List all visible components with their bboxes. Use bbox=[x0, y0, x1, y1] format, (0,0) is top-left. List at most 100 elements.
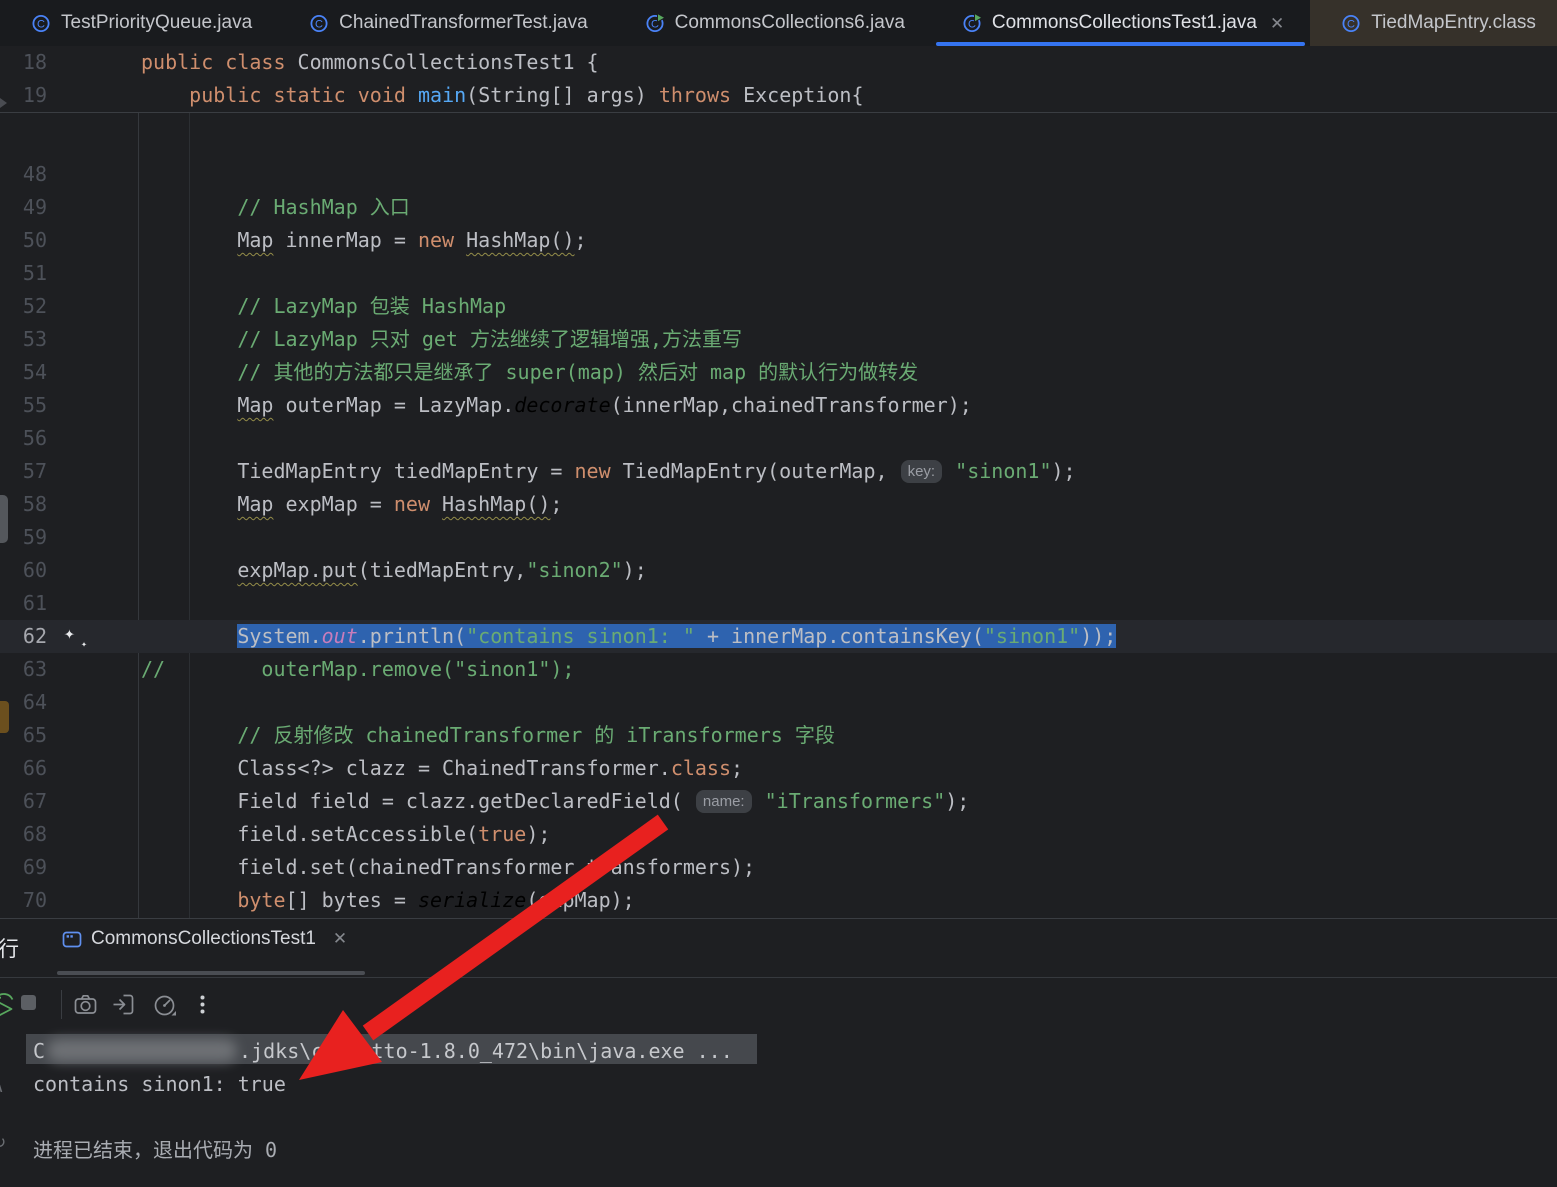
code-lines[interactable]: 4849 // HashMap 入口50 Map innerMap = new … bbox=[0, 158, 1557, 918]
run-tab-label: CommonsCollectionsTest1 bbox=[91, 928, 316, 950]
code-text: // LazyMap 包装 HashMap bbox=[141, 290, 506, 323]
code-line[interactable]: 50 Map innerMap = new HashMap(); bbox=[0, 224, 1557, 257]
code-line[interactable]: 51 bbox=[0, 257, 1557, 290]
profiler-gauge-icon[interactable] bbox=[151, 991, 179, 1019]
line-number[interactable]: 54 bbox=[0, 356, 47, 389]
editor-tab-label: CommonsCollections6.java bbox=[675, 12, 905, 34]
redacted-text bbox=[47, 1039, 237, 1062]
editor-tab[interactable]: CTiedMapEntry.class bbox=[1310, 0, 1557, 46]
stop-icon[interactable] bbox=[21, 995, 36, 1010]
code-line[interactable]: 52 // LazyMap 包装 HashMap bbox=[0, 290, 1557, 323]
console-text: contains sinon1: true bbox=[33, 1072, 286, 1096]
line-number[interactable]: 55 bbox=[0, 389, 47, 422]
inlay-hint: name: bbox=[696, 790, 752, 813]
line-number[interactable]: 57 bbox=[0, 455, 47, 488]
code-line[interactable]: 49 // HashMap 入口 bbox=[0, 191, 1557, 224]
code-line[interactable]: 65 // 反射修改 chainedTransformer 的 iTransfo… bbox=[0, 719, 1557, 752]
line-number[interactable]: 49 bbox=[0, 191, 47, 224]
line-number[interactable]: 60 bbox=[0, 554, 47, 587]
editor-tab[interactable]: CChainedTransformerTest.java bbox=[278, 0, 614, 46]
line-number[interactable]: 18 bbox=[0, 46, 47, 79]
code-line[interactable]: 54 // 其他的方法都只是继承了 super(map) 然后对 map 的默认… bbox=[0, 356, 1557, 389]
line-number[interactable]: 53 bbox=[0, 323, 47, 356]
close-icon[interactable]: ✕ bbox=[1270, 15, 1284, 32]
svg-text:C: C bbox=[315, 18, 323, 30]
code-line[interactable]: 61 bbox=[0, 587, 1557, 620]
code-line[interactable]: 67 Field field = clazz.getDeclaredField(… bbox=[0, 785, 1557, 818]
close-icon[interactable]: ✕ bbox=[333, 929, 347, 949]
line-number[interactable]: 50 bbox=[0, 224, 47, 257]
console-window-icon bbox=[62, 930, 82, 949]
run-toolwindow-label[interactable]: 运行 bbox=[0, 933, 20, 963]
code-line[interactable]: 64 bbox=[0, 686, 1557, 719]
code-text: // outerMap.remove("sinon1"); bbox=[141, 653, 574, 686]
ide-window: CTestPriorityQueue.javaCChainedTransform… bbox=[0, 0, 1557, 1187]
code-line[interactable]: 55 Map outerMap = LazyMap.decorate(inner… bbox=[0, 389, 1557, 422]
code-editor[interactable]: 4849 // HashMap 入口50 Map innerMap = new … bbox=[0, 46, 1557, 918]
ai-sparkle-icon[interactable]: ✦ bbox=[64, 617, 75, 650]
scroll-marker[interactable] bbox=[0, 495, 8, 543]
line-number[interactable]: 67 bbox=[0, 785, 47, 818]
line-number[interactable]: 66 bbox=[0, 752, 47, 785]
line-number[interactable]: 19 bbox=[0, 79, 47, 112]
toolbar-separator bbox=[61, 990, 62, 1019]
fold-chevron-icon[interactable] bbox=[0, 98, 7, 108]
editor-tab-label: CommonsCollectionsTest1.java bbox=[992, 12, 1257, 34]
line-number[interactable]: 62 bbox=[0, 620, 47, 653]
print-icon[interactable]: ↻ bbox=[0, 1133, 6, 1153]
console-line[interactable]: contains sinon1: true bbox=[33, 1068, 1557, 1101]
java-class-icon: C bbox=[1341, 13, 1362, 34]
code-text: field.setAccessible(true); bbox=[141, 818, 550, 851]
more-options-kebab-icon[interactable] bbox=[189, 991, 216, 1018]
line-number[interactable]: 63 bbox=[0, 653, 47, 686]
svg-text:C: C bbox=[1347, 18, 1355, 30]
code-text: byte[] bytes = serialize(expMap); bbox=[141, 884, 635, 917]
line-number[interactable]: 70 bbox=[0, 884, 47, 917]
line-number[interactable]: 56 bbox=[0, 422, 47, 455]
code-line[interactable]: 69 field.set(chainedTransformer,transfor… bbox=[0, 851, 1557, 884]
line-number[interactable]: 52 bbox=[0, 290, 47, 323]
editor-tab[interactable]: CTestPriorityQueue.java bbox=[0, 0, 278, 46]
run-toolbar bbox=[0, 978, 1557, 1031]
code-text: Field field = clazz.getDeclaredField( na… bbox=[141, 785, 969, 818]
run-panel: 运行 CommonsCollectionsTest1 ✕ C.jdks\corr… bbox=[0, 918, 1557, 1187]
code-line[interactable]: 63 // outerMap.remove("sinon1"); bbox=[0, 653, 1557, 686]
line-number[interactable]: 51 bbox=[0, 257, 47, 290]
code-text: Map innerMap = new HashMap(); bbox=[141, 224, 587, 257]
console-line[interactable]: C.jdks\corretto-1.8.0_472\bin\java.exe .… bbox=[33, 1035, 1557, 1068]
code-line[interactable]: 19 public static void main(String[] args… bbox=[0, 79, 1557, 112]
attach-debugger-icon[interactable] bbox=[110, 991, 137, 1018]
code-line[interactable]: 48 bbox=[0, 158, 1557, 191]
code-text: public class CommonsCollectionsTest1 { bbox=[141, 46, 599, 79]
code-line[interactable]: 57 TiedMapEntry tiedMapEntry = new TiedM… bbox=[0, 455, 1557, 488]
editor-tab[interactable]: CCommonsCollectionsTest1.java✕ bbox=[931, 0, 1310, 46]
code-line[interactable]: 58 Map expMap = new HashMap(); bbox=[0, 488, 1557, 521]
inlay-hint: key: bbox=[901, 460, 943, 483]
code-line[interactable]: 53 // LazyMap 只对 get 方法继续了逻辑增强,方法重写 bbox=[0, 323, 1557, 356]
code-line[interactable]: 18 public class CommonsCollectionsTest1 { bbox=[0, 46, 1557, 79]
line-number[interactable]: 48 bbox=[0, 158, 47, 191]
code-line[interactable]: 59 bbox=[0, 521, 1557, 554]
code-line[interactable]: 66 Class<?> clazz = ChainedTransformer.c… bbox=[0, 752, 1557, 785]
console-line[interactable]: 进程已结束，退出代码为 0 bbox=[33, 1134, 1557, 1167]
code-line[interactable]: 56 bbox=[0, 422, 1557, 455]
editor-tab[interactable]: CCommonsCollections6.java bbox=[614, 0, 931, 46]
line-number[interactable]: 69 bbox=[0, 851, 47, 884]
line-number[interactable]: 61 bbox=[0, 587, 47, 620]
code-line[interactable]: 62✦✦ System.out.println("contains sinon1… bbox=[0, 620, 1557, 653]
rerun-icon[interactable] bbox=[0, 991, 18, 1018]
screenshot-camera-icon[interactable] bbox=[72, 991, 99, 1018]
run-tab[interactable]: CommonsCollectionsTest1 ✕ bbox=[62, 928, 347, 950]
code-line[interactable]: 68 field.setAccessible(true); bbox=[0, 818, 1557, 851]
console-text: .jdks\corretto-1.8.0_472\bin\java.exe ..… bbox=[239, 1039, 733, 1063]
console-line[interactable] bbox=[33, 1101, 1557, 1134]
code-line[interactable]: 70 byte[] bytes = serialize(expMap); bbox=[0, 884, 1557, 917]
run-panel-header: 运行 CommonsCollectionsTest1 ✕ bbox=[0, 919, 1557, 978]
run-console[interactable]: C.jdks\corretto-1.8.0_472\bin\java.exe .… bbox=[0, 1031, 1557, 1187]
code-line[interactable]: 60 expMap.put(tiedMapEntry,"sinon2"); bbox=[0, 554, 1557, 587]
line-number[interactable]: 68 bbox=[0, 818, 47, 851]
scroll-end-icon[interactable]: ⇂ bbox=[0, 1177, 6, 1187]
code-text: Class<?> clazz = ChainedTransformer.clas… bbox=[141, 752, 743, 785]
scroll-up-icon[interactable]: ∧ bbox=[0, 1077, 4, 1097]
code-text: field.set(chainedTransformer,transformer… bbox=[141, 851, 755, 884]
